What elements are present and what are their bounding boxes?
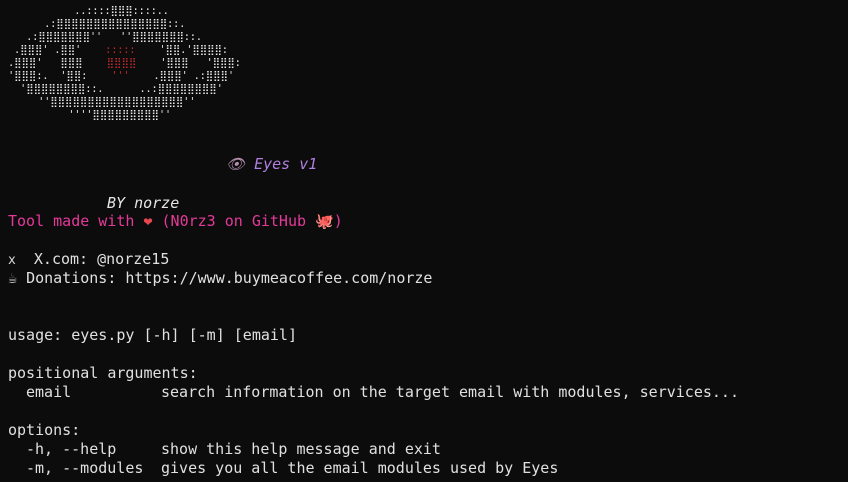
credits-handle: (N0rz3 on GitHub	[152, 212, 316, 230]
positional-arg-row: email search information on the target em…	[8, 383, 739, 402]
eye-ascii-art: ..::::⣿⣿⣿::::.. .:⣿⣿⣿⣿⣿⣿⣿⣿⣿⣿⣿⣿⣿⣿⣿::. .:⣿…	[8, 5, 241, 121]
byline: BY norze	[107, 194, 180, 212]
heart-icon: ❤	[143, 212, 153, 230]
options-header: options:	[8, 421, 81, 439]
x-line: x X.com: @norze15	[8, 250, 169, 269]
option-row: -m, --modules gives you all the email mod…	[8, 459, 558, 478]
option-flags: -h, --help	[26, 440, 117, 458]
credits-prefix: Tool made with	[8, 212, 144, 230]
option-row: -h, --help show this help message and exi…	[8, 440, 441, 459]
arg-description: search information on the target email w…	[161, 383, 739, 401]
x-label: X.com: @norze15	[33, 250, 170, 268]
eye-icon: 👁	[226, 155, 246, 173]
arg-name: email	[26, 383, 72, 401]
option-flags: -m, --modules	[26, 459, 144, 477]
donations-line: ☕ Donations: https://www.buymeacoffee.co…	[8, 269, 432, 288]
app-title: Eyes v1	[254, 155, 318, 173]
octopus-icon: 🐙	[315, 212, 334, 230]
positional-header: positional arguments:	[8, 364, 198, 382]
credits-close: )	[333, 212, 343, 230]
credits-line: Tool made with ❤ (N0rz3 on GitHub 🐙)	[8, 212, 343, 231]
x-icon: x	[8, 253, 16, 268]
option-description: gives you all the email modules used by …	[161, 459, 559, 477]
banner-title: 👁 Eyes v1	[226, 155, 317, 174]
usage-line: usage: eyes.py [-h] [-m] [email]	[8, 326, 297, 344]
coffee-icon: ☕	[8, 269, 18, 287]
donations-label: Donations: https://www.buymeacoffee.com/…	[26, 269, 433, 287]
option-description: show this help message and exit	[161, 440, 441, 458]
